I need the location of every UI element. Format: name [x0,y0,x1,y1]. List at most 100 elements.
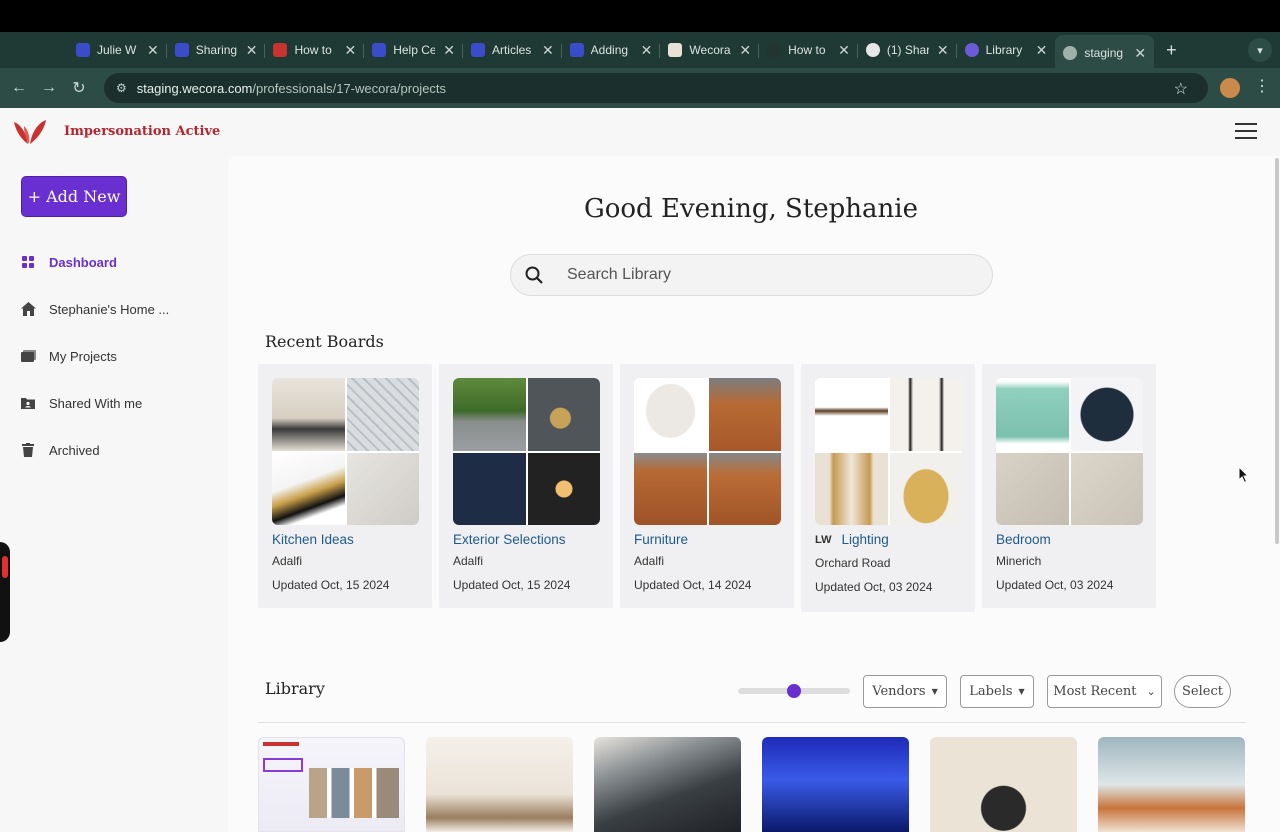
bookmark-star-icon[interactable]: ☆ [1174,79,1188,99]
board-updated: Updated Oct, 15 2024 [453,578,571,592]
new-tab-icon[interactable]: + [1166,40,1177,61]
library-item[interactable] [1098,737,1245,832]
board-name[interactable]: Bedroom [996,532,1051,547]
vendors-label: Vendors [872,684,926,699]
vendors-dropdown[interactable]: Vendors ▼ [863,675,947,708]
browser-tab[interactable]: How to ✕ [265,35,365,65]
browser-tab[interactable]: Adding ✕ [562,35,661,65]
github-icon [865,43,880,57]
browser-menu-icon[interactable]: ⋮ [1254,76,1270,96]
close-tab-icon[interactable]: ✕ [542,42,554,59]
profile-avatar[interactable] [1220,78,1240,98]
board-card[interactable]: Exterior Selections Adalfi Updated Oct, … [439,364,613,608]
board-card[interactable]: Bedroom Minerich Updated Oct, 03 2024 [982,364,1156,608]
board-card[interactable]: LW Lighting Orchard Road Updated Oct, 03 … [801,364,975,612]
sidebar-item-shared[interactable]: Shared With me [20,395,142,411]
url-field[interactable]: ⚙ staging.wecora.com/professionals/17-we… [104,73,1208,103]
board-owner: Adalfi [272,554,303,568]
library-item[interactable] [258,737,405,832]
forward-icon[interactable]: → [34,79,64,97]
gear-icon [964,43,979,57]
search-icon [525,266,543,284]
close-tab-icon[interactable]: ✕ [937,42,949,59]
close-tab-icon[interactable]: ✕ [1036,42,1048,59]
site-settings-icon[interactable]: ⚙ [116,81,127,95]
close-tab-icon[interactable]: ✕ [443,42,455,59]
back-icon[interactable]: ← [4,79,34,97]
wecora-icon [273,43,288,57]
tab-search-chevron-icon[interactable]: ▾ [1248,38,1272,62]
close-tab-icon[interactable]: ✕ [1134,45,1146,62]
screen-top-bar [0,0,1280,32]
labels-label: Labels [969,684,1013,699]
slider-knob[interactable] [787,684,801,698]
board-card[interactable]: Kitchen Ideas Adalfi Updated Oct, 15 202… [258,364,432,608]
browser-tab[interactable]: How to ✕ [759,35,858,65]
search-library-input[interactable]: Search Library [510,254,993,296]
board-owner: Orchard Road [815,556,891,570]
sidebar-item-my-projects[interactable]: My Projects [20,348,117,364]
browser-tab[interactable]: Library ✕ [957,35,1056,65]
close-tab-icon[interactable]: ✕ [838,42,850,59]
board-name[interactable]: Kitchen Ideas [272,532,354,547]
dark-icon [767,43,782,57]
globe-icon [1063,46,1078,60]
page-scrollbar[interactable] [1275,158,1279,544]
close-tab-icon[interactable]: ✕ [344,42,356,59]
library-item[interactable] [762,737,909,832]
close-tab-icon[interactable]: ✕ [739,42,751,59]
trash-icon [20,442,36,458]
sidebar: + Add New Dashboard Stephanie's Home ...… [0,156,228,832]
browser-tab-active[interactable]: staging ✕ [1055,35,1155,71]
browser-address-bar: ← → ↻ ⚙ staging.wecora.com/professionals… [0,68,1280,108]
labels-dropdown[interactable]: Labels ▼ [960,675,1034,708]
select-button[interactable]: Select [1174,675,1231,708]
board-owner: Adalfi [634,554,665,568]
board-card[interactable]: Furniture Adalfi Updated Oct, 14 2024 [620,364,794,608]
library-divider [258,722,1246,723]
greeting-title: Good Evening, Stephanie [583,194,918,224]
intercom-icon [76,43,90,57]
sidebar-item-label: Archived [49,442,100,458]
home-icon [20,301,36,317]
reload-icon[interactable]: ↻ [64,78,94,98]
sort-dropdown[interactable]: Most Recent ⌄ [1047,675,1162,708]
intercom-icon [470,43,485,57]
board-name[interactable]: Furniture [634,532,688,547]
intercom-icon [372,43,387,57]
library-item[interactable] [594,737,741,832]
board-owner: Minerich [996,554,1042,568]
zoom-slider[interactable] [738,684,850,698]
sidebar-item-archived[interactable]: Archived [20,442,100,458]
add-new-button[interactable]: + Add New [21,176,127,217]
mouse-cursor-icon [1238,466,1250,484]
main-content: Good Evening, Stephanie Search Library R… [228,156,1280,832]
sidebar-item-label: Dashboard [49,254,117,270]
app-header: Impersonation Active [0,108,1280,156]
browser-tab[interactable]: Help Ce ✕ [364,35,463,65]
sidebar-item-home[interactable]: Stephanie's Home ... [20,301,169,317]
board-updated: Updated Oct, 03 2024 [996,578,1114,592]
wecora-logo-icon [14,120,46,144]
board-name[interactable]: Exterior Selections [453,532,566,547]
hamburger-menu-icon[interactable] [1235,123,1257,139]
browser-tab[interactable]: Sharing ✕ [167,35,266,65]
floating-widget[interactable] [0,542,10,642]
browser-tab[interactable]: Julie W ✕ [68,35,167,65]
sidebar-item-dashboard[interactable]: Dashboard [20,254,117,270]
browser-tab[interactable]: (1) Shar ✕ [858,35,957,65]
sidebar-item-label: My Projects [49,348,117,364]
dashboard-grid-icon [20,254,36,270]
board-name[interactable]: Lighting [842,532,889,547]
close-tab-icon[interactable]: ✕ [147,42,159,59]
library-item[interactable] [930,737,1077,832]
browser-tab[interactable]: Articles ✕ [463,35,562,65]
folders-icon [20,348,36,364]
board-name-row[interactable]: LW Lighting [815,532,889,547]
caret-down-icon: ▼ [931,687,938,696]
board-updated: Updated Oct, 15 2024 [272,578,390,592]
close-tab-icon[interactable]: ✕ [246,42,258,59]
browser-tab[interactable]: Wecora ✕ [660,35,760,65]
close-tab-icon[interactable]: ✕ [641,42,653,59]
library-item[interactable] [426,737,573,832]
